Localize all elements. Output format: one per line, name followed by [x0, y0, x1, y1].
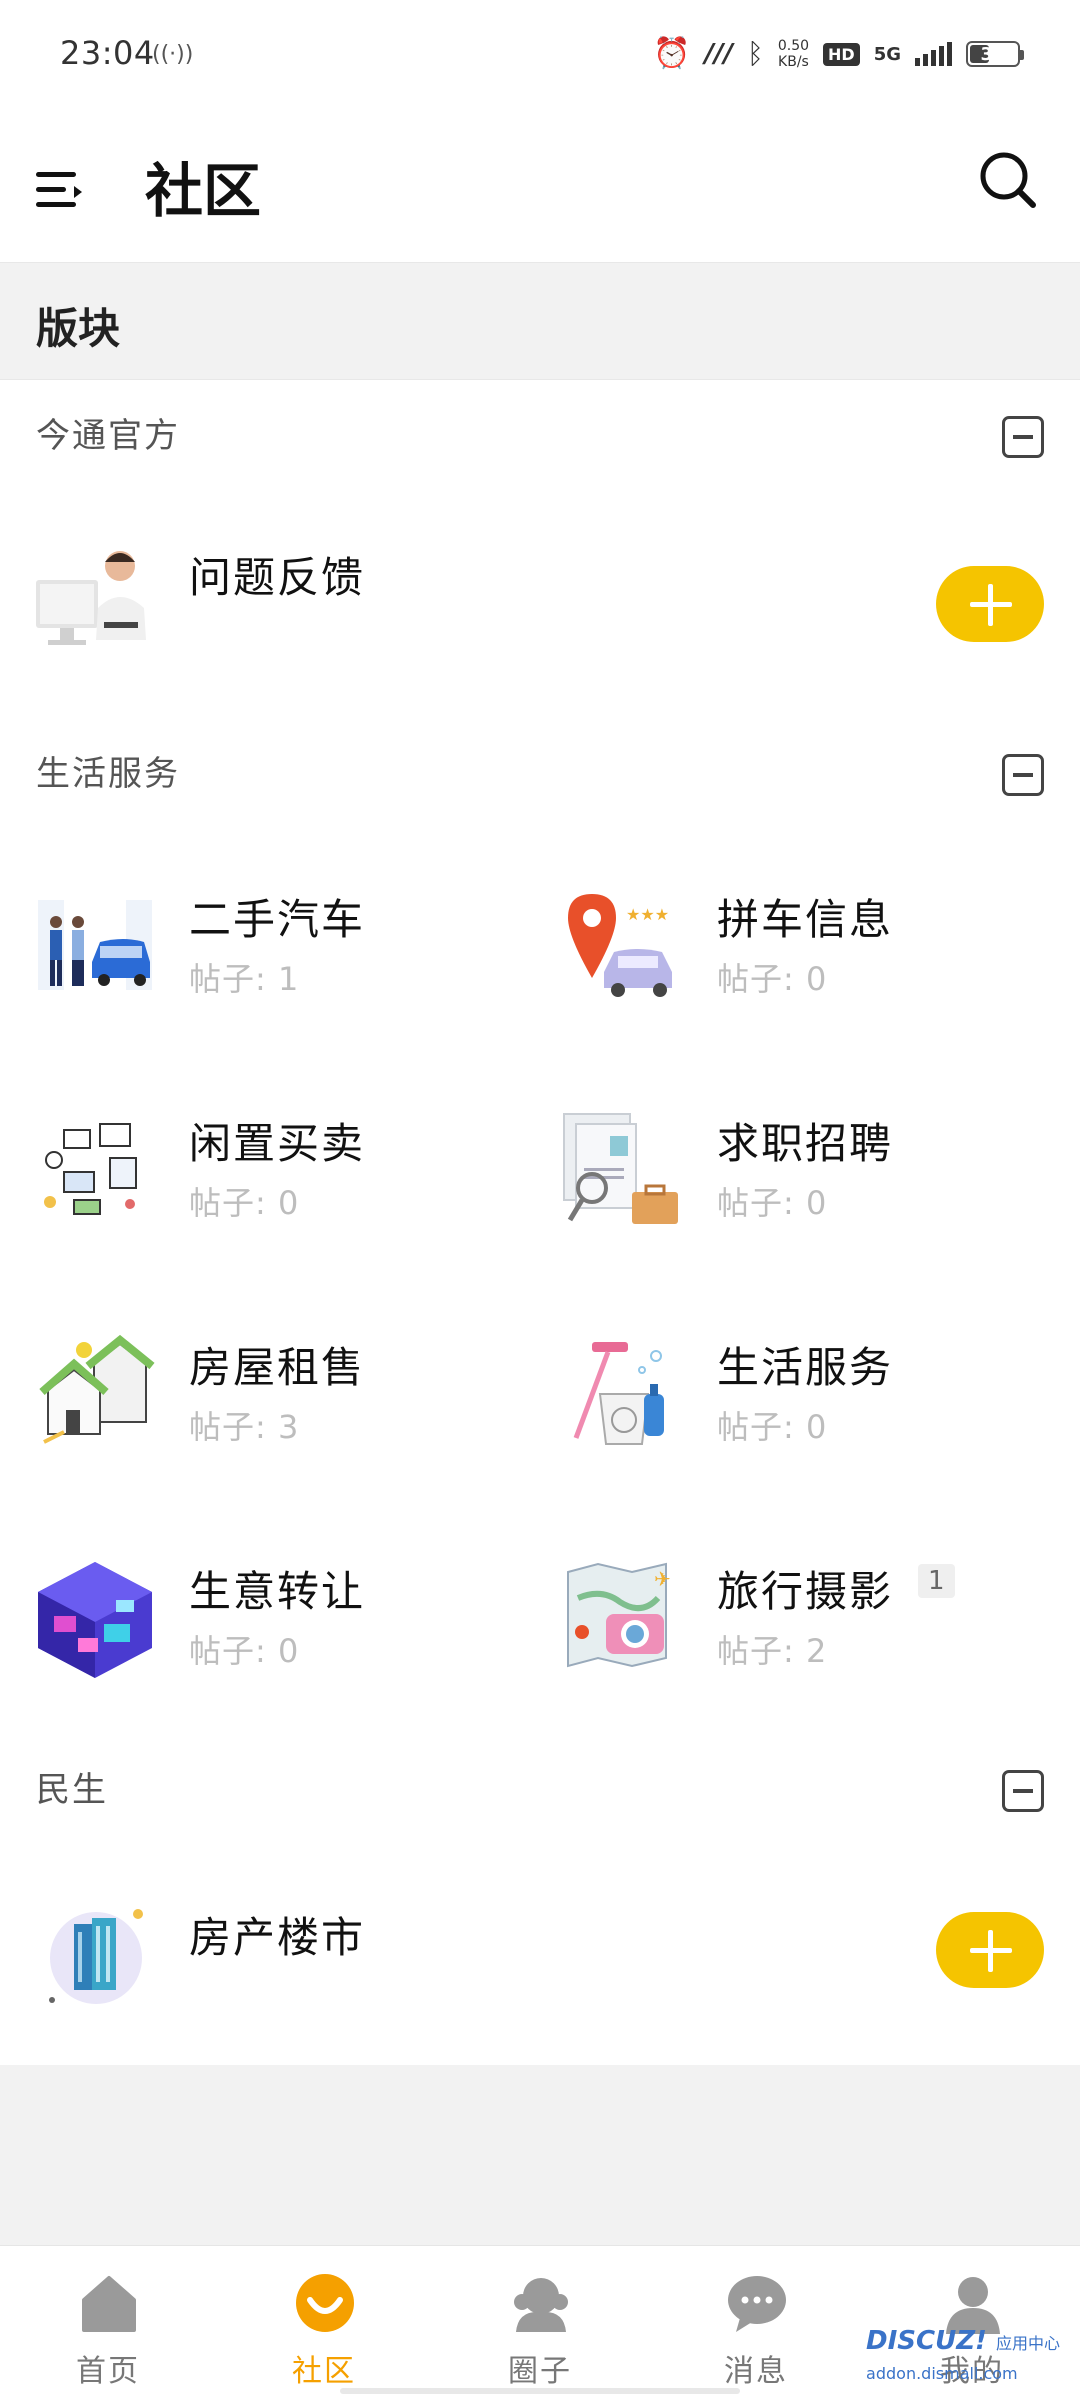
status-time: 23:04 — [60, 34, 155, 72]
forum-post-count: 帖子: 2 — [717, 1632, 828, 1670]
travel-photo-image: ✈ — [567, 1562, 671, 1668]
forum-post-count: 帖子: 1 — [189, 960, 300, 998]
forum-name: 房屋租售 — [189, 1343, 366, 1392]
section-bar: 版块 — [0, 262, 1080, 380]
hotspot-icon: ((·)) — [152, 42, 194, 67]
add-button[interactable] — [936, 566, 1044, 642]
second-hand-image — [44, 1123, 137, 1215]
net-speed-unit: KB/s — [778, 54, 809, 70]
business-transfer-image — [38, 1562, 152, 1678]
forum-item-carpool[interactable]: ★★★ 拼车信息 帖子: 0 — [562, 886, 1042, 1016]
net-speed-value: 0.50 — [777, 38, 810, 54]
menu-icon[interactable] — [36, 172, 82, 212]
home-icon — [82, 2276, 136, 2332]
tab-label: 首页 — [76, 2354, 140, 2389]
life-services-image — [573, 1342, 664, 1445]
battery-level: 38 — [980, 43, 1006, 65]
feedback-image — [36, 551, 146, 645]
group-header-life[interactable]: 生活服务 — [0, 718, 1080, 818]
status-bar: 23:04 ((·)) ⏰ /// ᛒ 0.50 KB/s HD 5G 38 — [0, 0, 1080, 110]
watermark-sub: 应用中心 — [995, 2334, 1060, 2353]
section-label: 版块 — [36, 304, 121, 353]
group-title: 生活服务 — [36, 754, 180, 794]
page-title: 社区 — [145, 157, 262, 225]
tab-label: 社区 — [292, 2354, 356, 2389]
forum-name: 二手汽车 — [189, 895, 366, 944]
forum-item-life-services[interactable]: 生活服务 帖子: 0 — [562, 1334, 1042, 1464]
group-title: 民生 — [36, 1770, 108, 1810]
add-button[interactable] — [936, 1912, 1044, 1988]
tab-messages[interactable]: 消息 — [648, 2246, 864, 2400]
status-icons: ⏰ /// ᛒ 0.50 KB/s HD 5G 38 — [653, 36, 1024, 71]
forum-name: 生活服务 — [717, 1343, 894, 1392]
forum-item-second-hand[interactable]: 闲置买卖 帖子: 0 — [34, 1110, 504, 1240]
svg-text:✈: ✈ — [654, 1567, 671, 1591]
hd-icon: HD — [823, 42, 860, 66]
carpool-image: ★★★ — [568, 894, 672, 997]
tab-label: 消息 — [724, 2354, 788, 2389]
app-header: 社区 — [0, 110, 1080, 262]
forum-name: 问题反馈 — [189, 553, 366, 602]
profile-icon — [946, 2277, 1000, 2334]
forum-item-real-estate[interactable]: 房产楼市 — [34, 1896, 734, 2026]
collapse-icon[interactable] — [1002, 754, 1044, 796]
discuz-watermark: DISCUZ! 应用中心 addon.dismall.com — [866, 2326, 1060, 2386]
forum-item-housing[interactable]: 房屋租售 帖子: 3 — [34, 1334, 504, 1464]
forum-name: 旅行摄影 — [717, 1567, 894, 1616]
search-icon[interactable] — [978, 150, 1038, 210]
group-title: 今通官方 — [36, 416, 180, 456]
forum-post-count: 帖子: 0 — [717, 1184, 828, 1222]
bottom-spacer — [0, 2065, 1080, 2245]
forum-post-count: 帖子: 3 — [189, 1408, 300, 1446]
forum-item-jobs[interactable]: 求职招聘 帖子: 0 — [562, 1110, 1042, 1240]
battery-icon: 38 — [966, 41, 1024, 67]
bottom-tab-bar: 首页 社区 圈子 消息 我的 DISCUZ! 应用中心 addon.dismal… — [0, 2245, 1080, 2400]
watermark-url: addon.dismall.com — [866, 2364, 1018, 2383]
alarm-icon: ⏰ — [653, 36, 691, 71]
tab-circles[interactable]: 圈子 — [432, 2246, 648, 2400]
forum-post-count: 帖子: 0 — [189, 1632, 300, 1670]
new-post-badge: 1 — [918, 1564, 955, 1598]
forum-name: 生意转让 — [189, 1567, 366, 1616]
network-type: 5G — [873, 43, 901, 65]
svg-text:★★★: ★★★ — [626, 905, 669, 924]
tab-community[interactable]: 社区 — [216, 2246, 432, 2400]
real-estate-image — [49, 1909, 143, 2004]
jobs-image — [563, 1113, 678, 1224]
tab-label: 圈子 — [508, 2354, 572, 2389]
group-header-livelihood[interactable]: 民生 — [0, 1734, 1080, 1834]
forum-post-count: 帖子: 0 — [189, 1184, 300, 1222]
group-header-official[interactable]: 今通官方 — [0, 380, 1080, 480]
forum-name: 闲置买卖 — [189, 1119, 366, 1168]
forum-item-business-transfer[interactable]: 生意转让 帖子: 0 — [34, 1558, 504, 1688]
used-car-image — [38, 900, 152, 990]
community-icon — [296, 2274, 354, 2332]
forum-post-count: 帖子: 0 — [717, 1408, 828, 1446]
home-indicator[interactable] — [340, 2388, 740, 2394]
bluetooth-icon: ᛒ — [747, 37, 764, 70]
net-speed: 0.50 KB/s — [778, 38, 809, 70]
forum-item-travel-photo[interactable]: ✈ 旅行摄影 1 帖子: 2 — [562, 1558, 1042, 1688]
forum-name: 拼车信息 — [717, 895, 894, 944]
forum-list: 今通官方 问题反馈 生活服务 二手汽车 帖子: 1 ★★★ 拼车信息 帖子: 0… — [0, 380, 1080, 2065]
nfc-icon: /// — [704, 39, 734, 69]
tab-home[interactable]: 首页 — [0, 2246, 216, 2400]
forum-item-feedback[interactable]: 问题反馈 — [34, 536, 734, 666]
housing-image — [39, 1334, 155, 1444]
forum-name: 求职招聘 — [717, 1119, 894, 1168]
forum-post-count: 帖子: 0 — [717, 960, 828, 998]
forum-name: 房产楼市 — [189, 1913, 366, 1962]
collapse-icon[interactable] — [1002, 416, 1044, 458]
collapse-icon[interactable] — [1002, 1770, 1044, 1812]
watermark-brand: DISCUZ! — [866, 2326, 987, 2356]
forum-item-used-cars[interactable]: 二手汽车 帖子: 1 — [34, 886, 504, 1016]
message-icon — [728, 2276, 786, 2332]
signal-icon — [915, 42, 952, 66]
circle-icon — [514, 2278, 568, 2332]
